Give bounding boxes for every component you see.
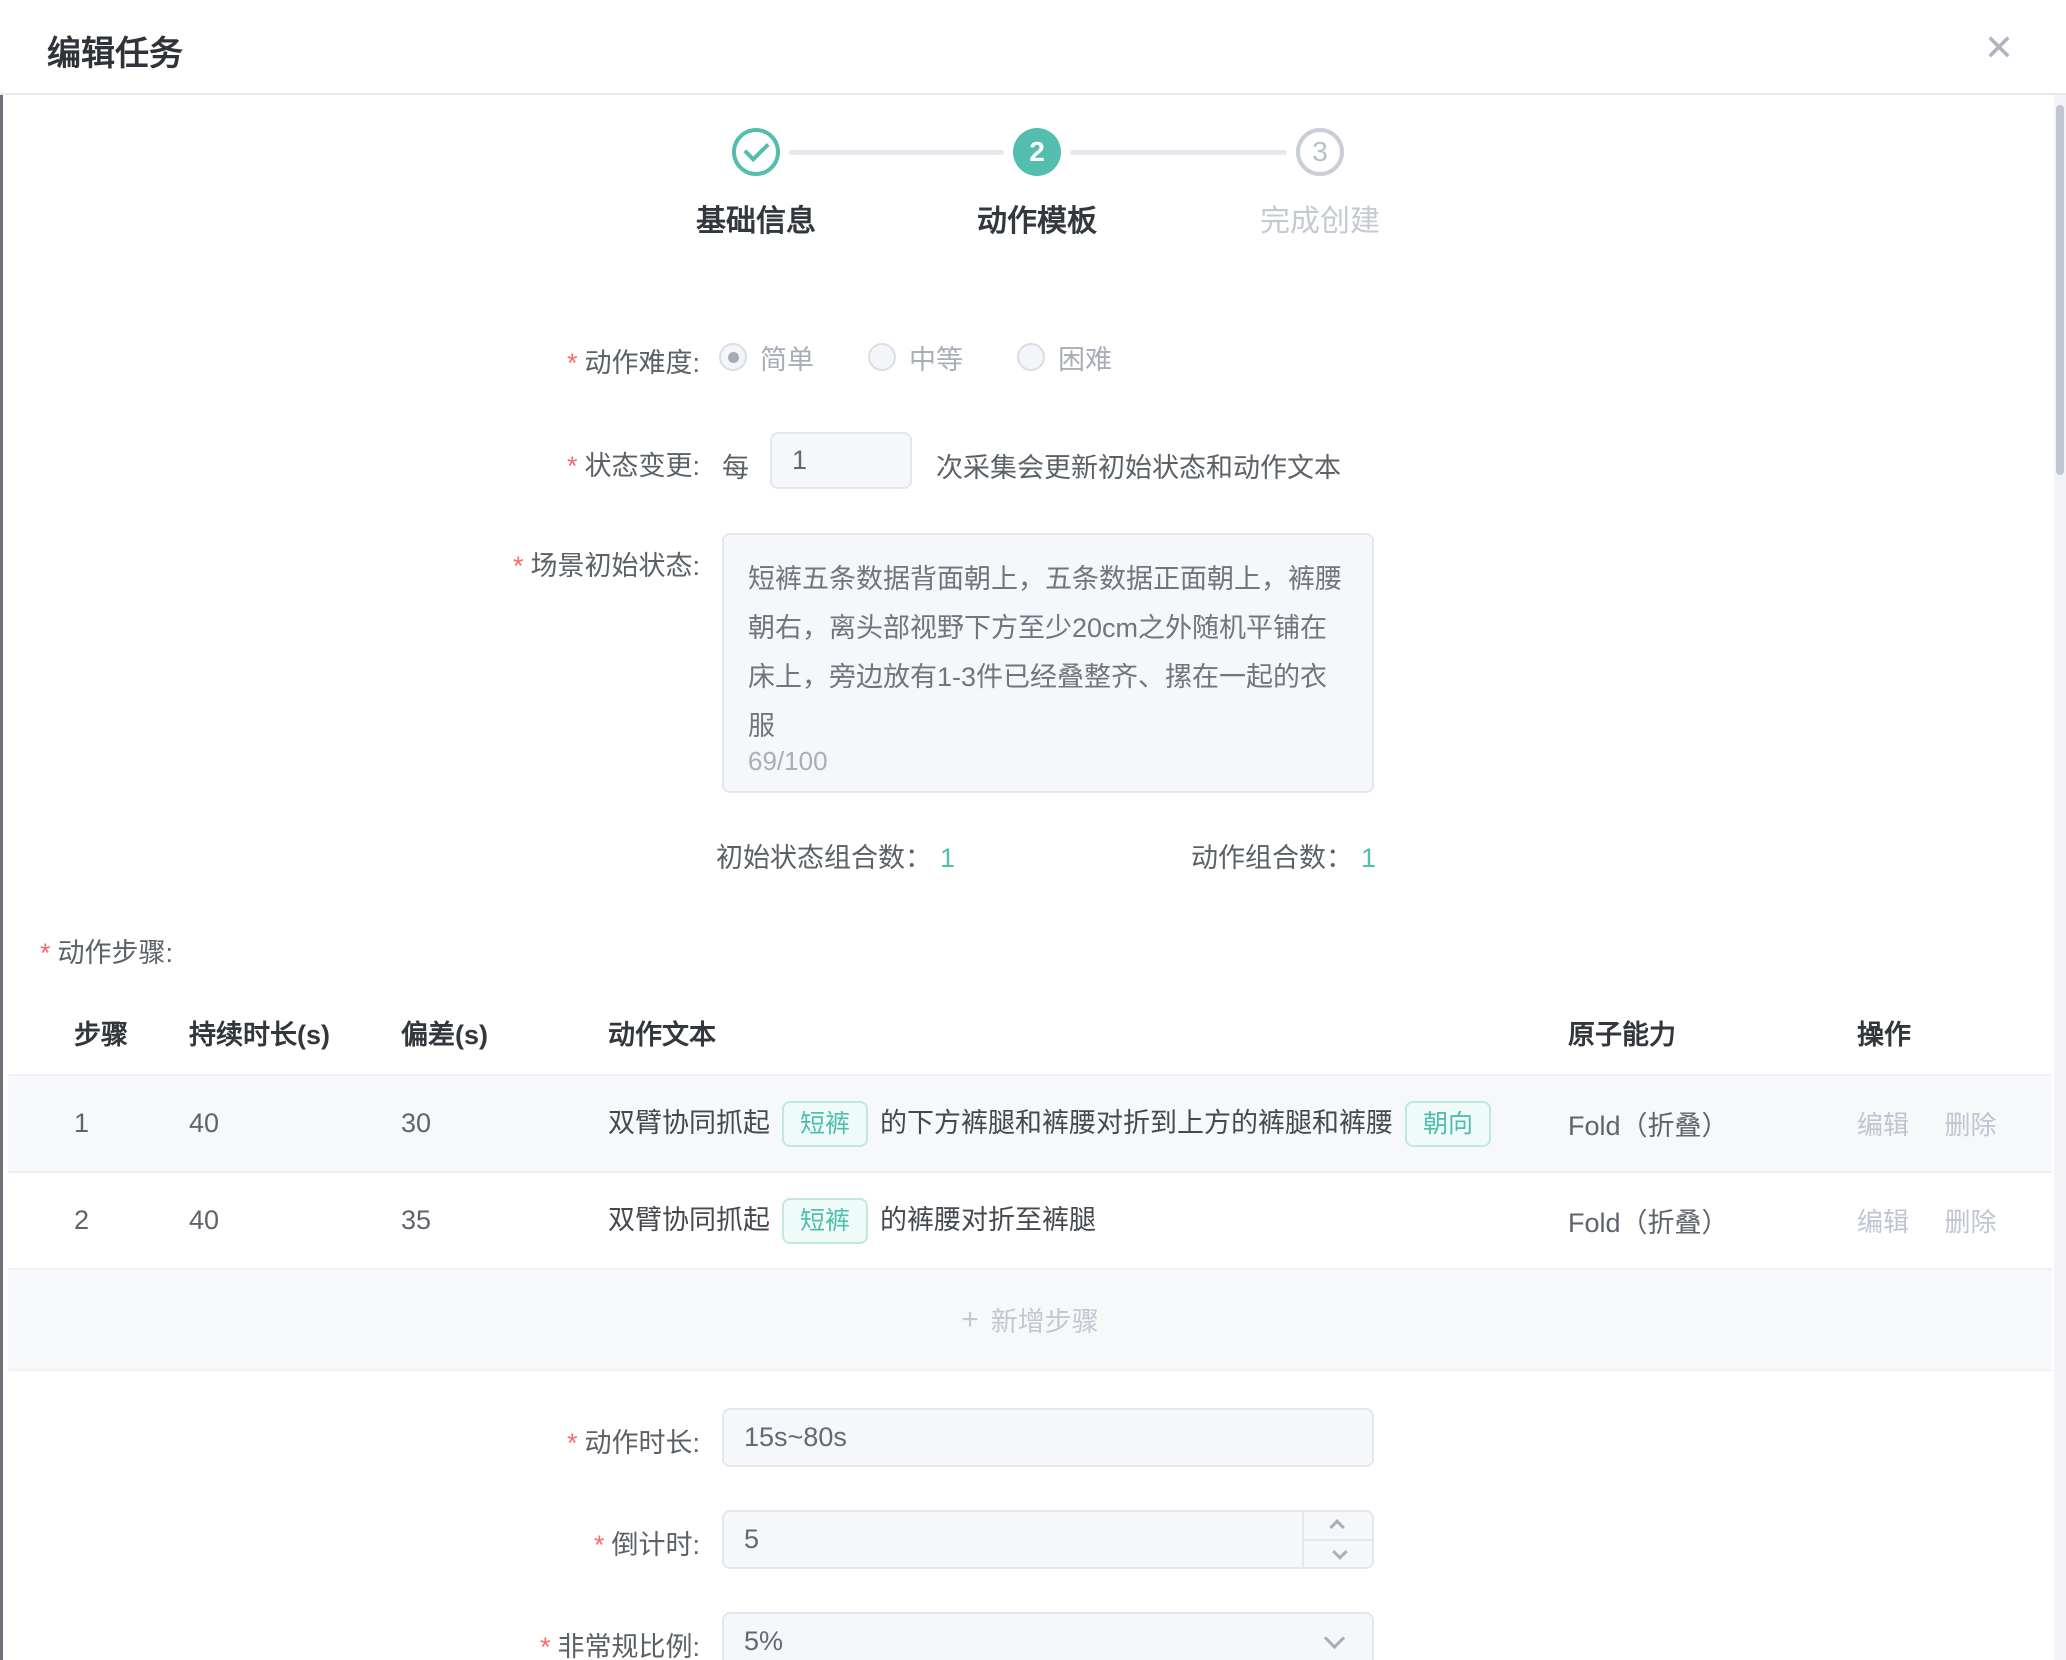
step-connector-1 (789, 150, 1004, 155)
action-combo: 动作组合数：1 (1191, 836, 1376, 875)
scrollbar-track[interactable] (2054, 95, 2066, 1660)
state-change-label: *状态变更: (0, 444, 700, 483)
col-ops: 操作 (1857, 1013, 2052, 1052)
orientation-tag: 朝向 (1405, 1101, 1491, 1147)
state-change-value: 1 (792, 445, 807, 476)
action-duration-label: *动作时长: (0, 1421, 700, 1460)
cell-duration: 40 (189, 1108, 401, 1139)
col-deviation: 偏差(s) (401, 1013, 608, 1052)
plus-icon: + (961, 1303, 979, 1337)
difficulty-label: *动作难度: (0, 341, 700, 380)
state-change-input[interactable]: 1 (770, 432, 912, 489)
step-3-number: 3 (1312, 136, 1328, 168)
object-tag: 短裤 (782, 1101, 868, 1147)
cell-ability: Fold（折叠） (1568, 1201, 1857, 1240)
col-action-text: 动作文本 (608, 1013, 1568, 1052)
radio-selected-dot (728, 352, 739, 363)
add-step-label: 新增步骤 (991, 1300, 1099, 1339)
radio-easy[interactable]: 简单 (719, 338, 814, 377)
check-icon (743, 136, 769, 162)
add-step-button[interactable]: + 新增步骤 (8, 1270, 2052, 1371)
initial-state-value: 短裤五条数据背面朝上，五条数据正面朝上，裤腰朝右，离头部视野下方至少20cm之外… (748, 555, 1348, 751)
radio-hard-label: 困难 (1058, 338, 1112, 377)
step-3-circle: 3 (1296, 128, 1344, 176)
initial-combo: 初始状态组合数：1 (716, 836, 955, 875)
action-steps-table: 步骤 持续时长(s) 偏差(s) 动作文本 原子能力 操作 1 40 30 双臂… (8, 990, 2052, 1371)
step-1-circle (732, 128, 780, 176)
delete-link[interactable]: 删除 (1945, 1110, 1997, 1140)
stepper: 2 3 基础信息 动作模板 完成创建 (0, 0, 2066, 240)
table-row: 1 40 30 双臂协同抓起短裤的下方裤腿和裤腰对折到上方的裤腿和裤腰朝向 Fo… (8, 1076, 2052, 1173)
required-mark: * (513, 551, 524, 581)
cell-ops: 编辑 删除 (1857, 1202, 2052, 1239)
step-3-label: 完成创建 (1260, 196, 1380, 240)
char-counter: 69/100 (748, 746, 828, 777)
cell-action-text: 双臂协同抓起短裤的下方裤腿和裤腰对折到上方的裤腿和裤腰朝向 (608, 1101, 1568, 1147)
cell-duration: 40 (189, 1205, 401, 1236)
required-mark: * (567, 348, 578, 378)
cell-ops: 编辑 删除 (1857, 1105, 2052, 1142)
cell-action-text: 双臂协同抓起短裤的裤腰对折至裤腿 (608, 1198, 1568, 1244)
step-2-label: 动作模板 (977, 196, 1097, 240)
edit-task-dialog: 编辑任务 ✕ 2 3 基础信息 动作模板 完成创建 *动作难度: 简单 中 (0, 0, 2066, 1660)
initial-state-textarea[interactable]: 短裤五条数据背面朝上，五条数据正面朝上，裤腰朝右，离头部视野下方至少20cm之外… (722, 533, 1374, 793)
initial-combo-value: 1 (940, 843, 955, 873)
unusual-ratio-value: 5% (744, 1626, 783, 1657)
radio-medium-circle[interactable] (868, 343, 896, 371)
radio-medium[interactable]: 中等 (868, 338, 963, 377)
chevron-up-icon (1329, 1519, 1345, 1535)
object-tag: 短裤 (782, 1198, 868, 1244)
action-duration-input[interactable]: 15s~80s (722, 1408, 1374, 1467)
cell-deviation: 30 (401, 1108, 608, 1139)
step-2-number: 2 (1029, 136, 1045, 168)
unusual-ratio-label: *非常规比例: (0, 1625, 700, 1660)
countdown-value: 5 (744, 1524, 759, 1555)
initial-state-label: *场景初始状态: (0, 544, 700, 583)
radio-hard[interactable]: 困难 (1017, 338, 1112, 377)
action-combo-value: 1 (1361, 843, 1376, 873)
col-ability: 原子能力 (1568, 1013, 1857, 1052)
required-mark: * (567, 1428, 578, 1458)
required-mark: * (567, 451, 578, 481)
dialog-left-edge (0, 0, 3, 1660)
cell-ability: Fold（折叠） (1568, 1104, 1857, 1143)
step-2-circle: 2 (1013, 128, 1061, 176)
state-change-suffix: 次采集会更新初始状态和动作文本 (936, 446, 1341, 485)
cell-step: 1 (74, 1108, 189, 1139)
required-mark: * (40, 938, 51, 968)
edit-link[interactable]: 编辑 (1857, 1110, 1909, 1140)
radio-hard-circle[interactable] (1017, 343, 1045, 371)
cell-deviation: 35 (401, 1205, 608, 1236)
state-change-prefix: 每 (722, 446, 749, 485)
step-1-label: 基础信息 (696, 196, 816, 240)
chevron-down-icon (1332, 1545, 1348, 1561)
table-row: 2 40 35 双臂协同抓起短裤的裤腰对折至裤腿 Fold（折叠） 编辑 删除 (8, 1173, 2052, 1270)
col-duration: 持续时长(s) (189, 1013, 401, 1052)
required-mark: * (540, 1632, 551, 1660)
col-step: 步骤 (74, 1013, 189, 1052)
cell-step: 2 (74, 1205, 189, 1236)
radio-medium-label: 中等 (909, 338, 963, 377)
number-spinner (1302, 1512, 1372, 1567)
step-connector-2 (1070, 150, 1287, 155)
required-mark: * (594, 1530, 605, 1560)
table-header: 步骤 持续时长(s) 偏差(s) 动作文本 原子能力 操作 (8, 990, 2052, 1076)
spinner-down-button[interactable] (1304, 1541, 1372, 1568)
chevron-down-icon (1324, 1628, 1345, 1649)
spinner-up-button[interactable] (1304, 1512, 1372, 1541)
action-steps-label: *动作步骤: (40, 931, 173, 970)
combo-counts: 初始状态组合数：1 动作组合数：1 (716, 836, 1376, 875)
radio-easy-label: 简单 (760, 338, 814, 377)
delete-link[interactable]: 删除 (1945, 1207, 1997, 1237)
countdown-label: *倒计时: (0, 1523, 700, 1562)
edit-link[interactable]: 编辑 (1857, 1207, 1909, 1237)
radio-easy-circle[interactable] (719, 343, 747, 371)
action-duration-value: 15s~80s (744, 1422, 847, 1453)
difficulty-radio-group: 简单 中等 困难 (719, 339, 1112, 375)
unusual-ratio-select[interactable]: 5% (722, 1612, 1374, 1660)
countdown-input[interactable]: 5 (722, 1510, 1374, 1569)
